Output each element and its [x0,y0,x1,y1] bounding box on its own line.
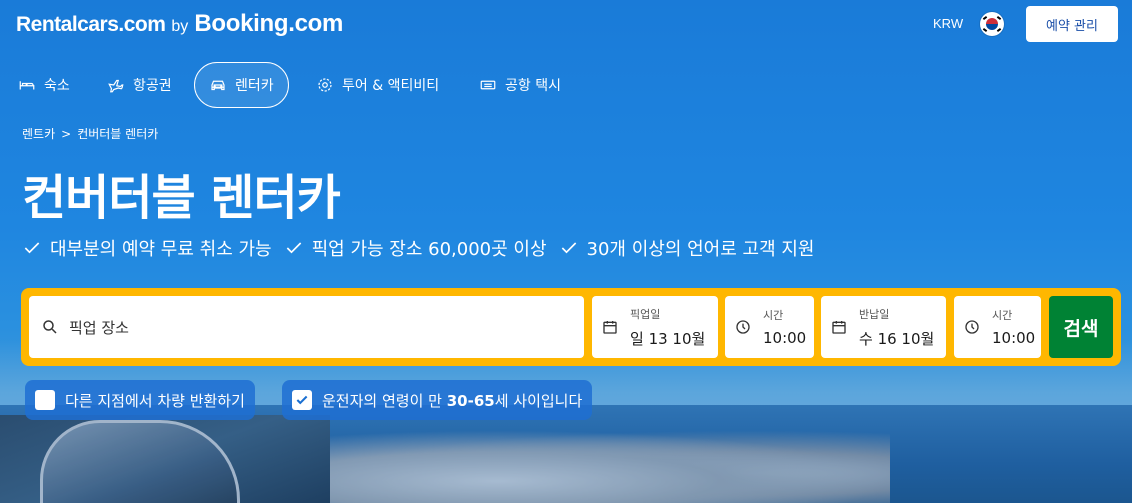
flag-trigram [982,28,988,32]
road [0,415,330,503]
driver-age-checkbox[interactable] [292,390,312,410]
pickup-location-placeholder: 픽업 장소 [69,318,129,337]
different-return-option[interactable]: 다른 지점에서 차량 반환하기 [25,380,255,420]
top-header: Rentalcars.com by Booking.com KRW 예약 관리 [0,0,1132,50]
different-return-label: 다른 지점에서 차량 반환하기 [65,391,245,410]
search-button[interactable]: 검색 [1049,296,1113,358]
nav-item-flights[interactable]: 항공권 [93,62,186,108]
logo-by: by [171,18,189,35]
clock-icon [736,320,750,334]
car-mirror [40,420,240,503]
bed-icon [19,81,35,90]
feature-list: 대부분의 예약 무료 취소 가능 픽업 가능 장소 60,000곳 이상 30개… [22,235,814,261]
feature-text: 대부분의 예약 무료 취소 가능 [50,239,272,260]
nav-item-car-rentals[interactable]: 렌터카 [194,62,289,108]
currency-selector[interactable]: KRW [933,16,963,31]
breadcrumb-home[interactable]: 렌트카 [22,125,55,142]
page-title: 컨버터블 렌터카 [22,170,341,226]
driver-age-label: 운전자의 연령이 만 30-65세 사이입니다 [322,390,582,411]
checkmark-icon [286,242,301,254]
search-icon [43,320,57,334]
pickup-date-value: 일 13 10월 [630,329,706,348]
taxi-icon [480,80,496,90]
calendar-icon [603,321,617,334]
breadcrumb: 렌트카 > 컨버터블 렌터카 [22,125,158,142]
nav-label: 항공권 [133,78,172,94]
feature-item: 픽업 가능 장소 60,000곳 이상 [284,235,547,261]
nav-label: 공항 택시 [505,78,561,94]
pickup-time-label: 시간 [763,309,784,322]
return-date-value: 수 16 10월 [859,329,935,348]
flag-trigram [996,28,1002,32]
manage-booking-button[interactable]: 예약 관리 [1026,6,1118,42]
pickup-time-value: 10:00 [763,329,807,347]
pickup-time-field[interactable]: 시간 10:00 [725,296,814,358]
nav-label: 투어 & 액티비티 [342,78,440,94]
checkmark-icon [296,395,308,405]
nav-item-airport-taxis[interactable]: 공항 택시 [465,62,575,108]
return-date-label: 반납일 [859,307,890,321]
attractions-icon [318,78,332,92]
feature-item: 30개 이상의 언어로 고객 지원 [559,235,815,261]
car-icon [211,80,225,91]
driver-age-range: 30-65 [446,391,495,410]
driver-age-label-post: 세 사이입니다 [494,391,583,410]
search-form: 픽업 장소 픽업일 일 13 10월 시간 10:00 반납일 수 16 10월 [21,288,1121,366]
calendar-icon [832,321,846,334]
return-date-field[interactable]: 반납일 수 16 10월 [821,296,946,358]
return-time-label: 시간 [992,309,1013,322]
breadcrumb-current: 컨버터블 렌터카 [77,127,159,141]
flag-taeguk [986,18,998,30]
checkmark-icon [561,242,576,254]
nav-label: 렌터카 [235,78,274,94]
logo-booking: Booking.com [194,10,344,37]
feature-text: 30개 이상의 언어로 고객 지원 [586,239,815,260]
site-logo[interactable]: Rentalcars.com by Booking.com [16,10,343,38]
return-time-value: 10:00 [992,329,1036,347]
nav-label: 숙소 [44,78,70,94]
plane-icon [108,79,124,93]
pickup-date-label: 픽업일 [630,307,661,321]
coastline-rocks [330,430,890,503]
nav-item-stays[interactable]: 숙소 [4,62,84,108]
flag-trigram [996,16,1002,20]
different-return-checkbox[interactable] [35,390,55,410]
driver-age-label-pre: 운전자의 연령이 만 [322,391,447,410]
nav-item-attractions[interactable]: 투어 & 액티비티 [302,62,453,108]
pickup-date-field[interactable]: 픽업일 일 13 10월 [592,296,718,358]
korea-flag-icon[interactable] [980,12,1004,36]
breadcrumb-separator: > [61,126,72,141]
driver-age-option[interactable]: 운전자의 연령이 만 30-65세 사이입니다 [282,380,593,420]
logo-rentalcars: Rentalcars.com [16,13,166,36]
return-time-field[interactable]: 시간 10:00 [954,296,1041,358]
feature-text: 픽업 가능 장소 60,000곳 이상 [311,239,547,260]
clock-icon [965,320,979,334]
pickup-location-input[interactable]: 픽업 장소 [29,296,584,358]
feature-item: 대부분의 예약 무료 취소 가능 [22,235,272,261]
checkmark-icon [24,242,40,254]
